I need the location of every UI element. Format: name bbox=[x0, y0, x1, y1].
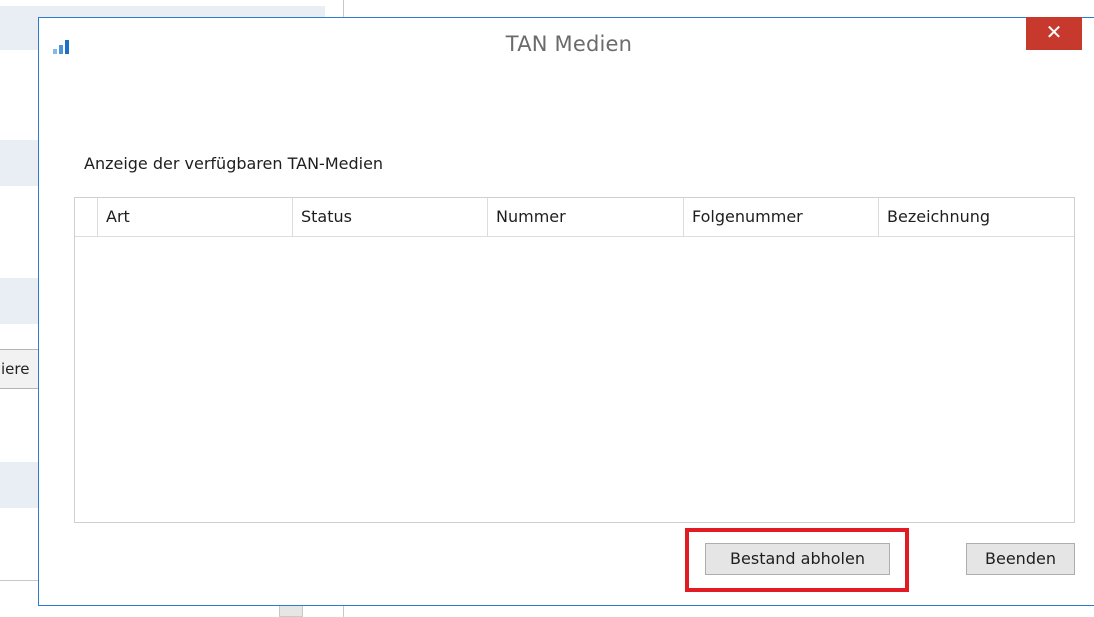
background-panel bbox=[0, 278, 42, 324]
fetch-inventory-button[interactable]: Bestand abholen bbox=[705, 543, 890, 575]
background-panel bbox=[0, 462, 42, 508]
column-header-nummer[interactable]: Nummer bbox=[488, 198, 684, 236]
background-button-label: iere bbox=[1, 360, 30, 378]
title-bar[interactable]: TAN Medien ✕ bbox=[39, 17, 1094, 74]
tan-medien-dialog: TAN Medien ✕ Anzeige der verfügbaren TAN… bbox=[38, 17, 1094, 606]
table-header: Art Status Nummer Folgenummer Bezeichnun… bbox=[75, 198, 1074, 237]
background-panel bbox=[0, 140, 42, 186]
tan-media-table[interactable]: Art Status Nummer Folgenummer Bezeichnun… bbox=[74, 197, 1075, 523]
background-divider bbox=[0, 580, 40, 581]
screen: iere TAN Medien ✕ Anzeige der verfügbare… bbox=[0, 0, 1094, 617]
section-label: Anzeige der verfügbaren TAN-Medien bbox=[84, 154, 384, 173]
row-header-corner[interactable] bbox=[75, 198, 98, 236]
column-header-bezeichnung[interactable]: Bezeichnung bbox=[879, 198, 1074, 236]
quit-button[interactable]: Beenden bbox=[966, 543, 1075, 575]
dialog-title: TAN Medien bbox=[505, 32, 633, 56]
close-icon: ✕ bbox=[1045, 20, 1063, 44]
column-header-status[interactable]: Status bbox=[293, 198, 488, 236]
table-body bbox=[75, 237, 1074, 522]
column-header-art[interactable]: Art bbox=[98, 198, 293, 236]
close-button[interactable]: ✕ bbox=[1026, 17, 1082, 50]
column-header-folgenummer[interactable]: Folgenummer bbox=[684, 198, 879, 236]
